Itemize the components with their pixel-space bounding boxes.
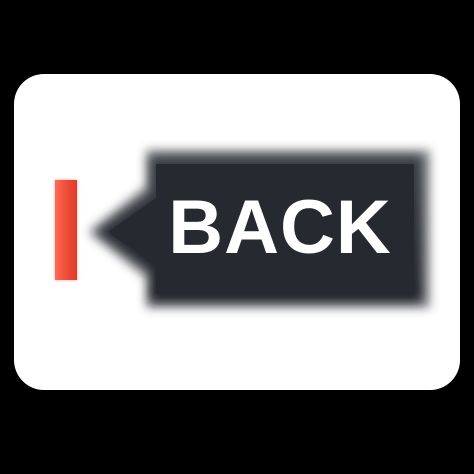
back-button-label: BACK <box>168 185 392 270</box>
red-indicator-bar <box>55 180 77 280</box>
back-button[interactable]: BACK <box>86 140 434 318</box>
